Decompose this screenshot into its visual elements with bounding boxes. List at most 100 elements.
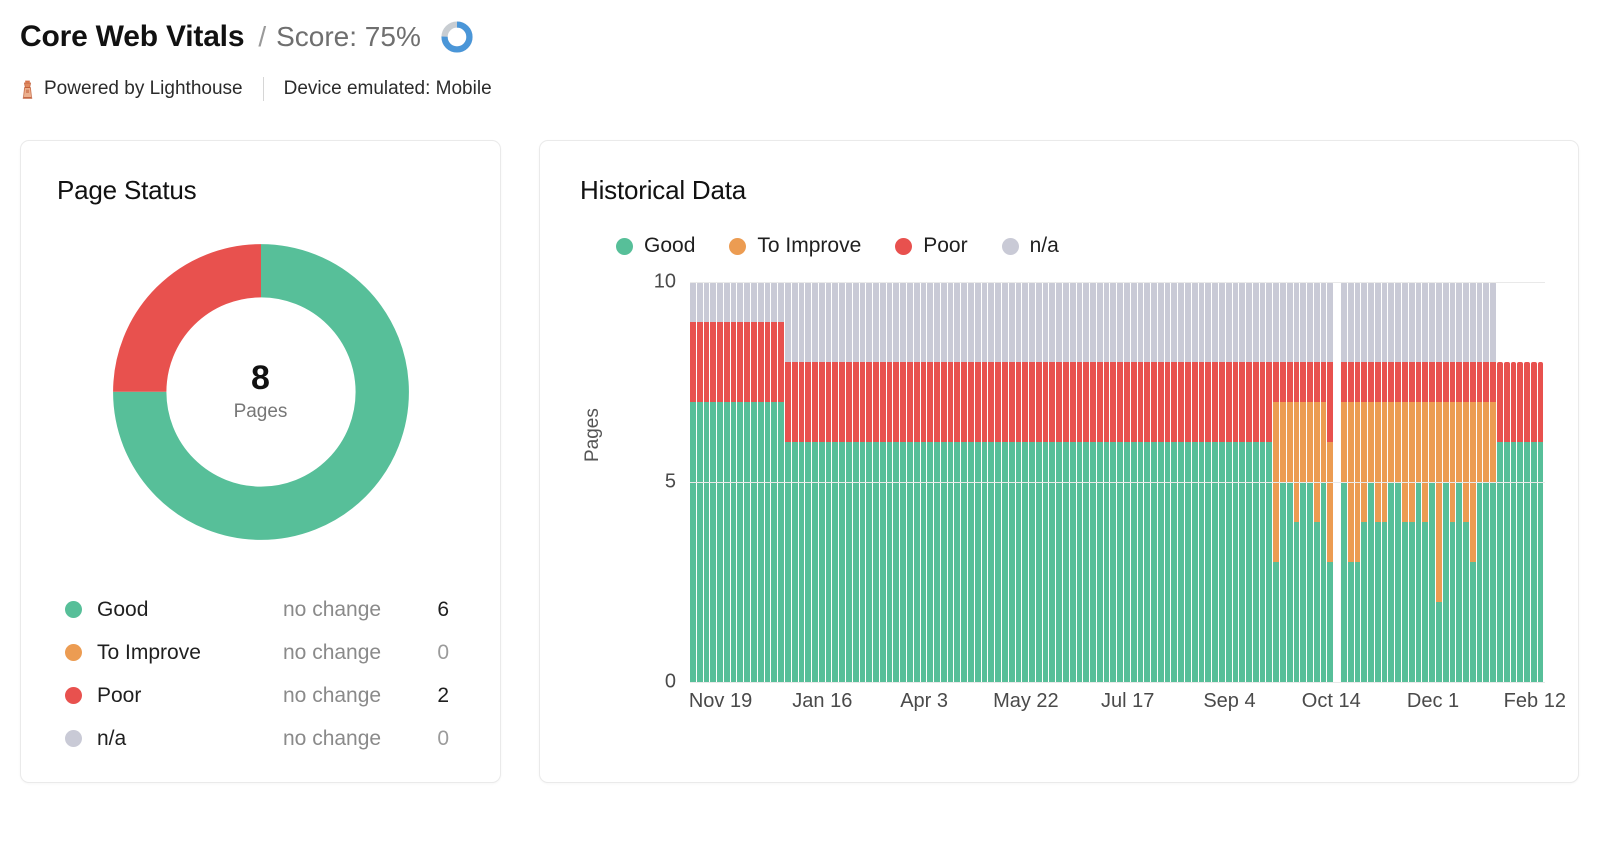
bar-segment [784, 362, 791, 442]
bar-segment [1395, 482, 1402, 682]
bar-segment [1496, 362, 1503, 442]
bar-segment [913, 282, 920, 362]
bar-segment [886, 362, 893, 442]
bar-segment [1157, 362, 1164, 442]
bar-segment [1212, 362, 1218, 442]
page-status-donut[interactable]: 8 Pages [101, 232, 421, 552]
bar-segment [859, 442, 866, 682]
bar-segment [886, 282, 893, 362]
legend-row-na[interactable]: n/a no change 0 [65, 717, 454, 760]
bar-segment [1001, 442, 1008, 682]
bar-segment [845, 362, 852, 442]
bar-segment [1435, 402, 1442, 602]
historical-chart[interactable]: Pages 0 5 10 Nov 19 Jan 16 Apr 3 May 22 Jul 17… [580, 271, 1566, 722]
bar-segment [1076, 282, 1083, 362]
bar-segment [907, 362, 913, 442]
bar-segment [1022, 442, 1029, 682]
bar-segment [1368, 482, 1374, 682]
hist-legend-label-good: Good [644, 234, 696, 257]
bar-segment [954, 282, 961, 362]
bar-segment [1137, 362, 1144, 442]
bar-segment [1442, 282, 1449, 362]
legend-row-good[interactable]: Good no change 6 [65, 588, 454, 631]
bar-segment [690, 402, 696, 682]
x-tick-label: May 22 [993, 690, 1059, 712]
hist-legend-item-na[interactable]: n/a [1001, 234, 1059, 258]
bar-segment [710, 402, 717, 682]
bar-segment [1408, 282, 1415, 362]
bar-segment [1449, 402, 1456, 522]
legend-count-to-improve: 0 [437, 640, 449, 664]
bar-segment [920, 282, 927, 362]
bar-segment [934, 362, 940, 442]
bar-segment [710, 282, 717, 322]
bar-segment [1422, 402, 1429, 522]
bar-segment [696, 402, 703, 682]
bar-segment [1422, 282, 1429, 362]
legend-row-poor[interactable]: Poor no change 2 [65, 674, 454, 717]
bar-segment [1110, 442, 1117, 682]
bar-segment [1320, 482, 1327, 682]
bar-segment [744, 322, 751, 402]
bar-segment [1178, 282, 1185, 362]
bar-segment [1320, 282, 1327, 362]
bar-segment [730, 402, 737, 682]
bar-segment [751, 282, 757, 322]
bar-segment [798, 362, 805, 442]
bar-segment [1029, 282, 1035, 362]
legend-row-to-improve[interactable]: To Improve no change 0 [65, 631, 454, 674]
bar-segment [730, 322, 737, 402]
bar-segment [1517, 362, 1524, 442]
bar-segment [1110, 362, 1117, 442]
bar-segment [825, 442, 832, 682]
bar-segment [1429, 362, 1435, 402]
bar-segment [1246, 442, 1252, 682]
hist-legend-item-poor[interactable]: Poor [895, 234, 968, 258]
legend-count-poor: 2 [437, 683, 449, 707]
donut-chart-svg [112, 244, 409, 540]
bar-segment [1435, 602, 1442, 682]
bar-segment [1259, 282, 1266, 362]
bar-segment [1151, 282, 1157, 362]
bar-segment [825, 362, 832, 442]
bar-segment [1293, 402, 1300, 522]
bar-segment [1164, 362, 1171, 442]
bar-segment [1157, 442, 1164, 682]
legend-label-good: Good [97, 597, 149, 621]
bar-segment [1374, 362, 1381, 402]
bar-segment [968, 282, 974, 362]
bar-segment [893, 282, 900, 362]
bar-segment [1103, 362, 1110, 442]
bar-segment [947, 362, 954, 442]
bar-segment [1490, 362, 1496, 402]
bar-segment [1022, 362, 1029, 442]
bar-segment [1035, 282, 1042, 362]
bar-segment [1130, 362, 1137, 442]
bar-segment [1124, 362, 1130, 442]
bar-segment [1191, 442, 1198, 682]
hist-legend-item-to-improve[interactable]: To Improve [729, 234, 861, 258]
bar-segment [1239, 442, 1246, 682]
bar-segment [1524, 442, 1530, 682]
bar-segment [879, 442, 886, 682]
cards-container: Page Status 8 Pages Good no change 6 To … [0, 102, 1600, 783]
bar-segment [1096, 282, 1103, 362]
historical-legend: Good To Improve Poor n/a [580, 234, 1578, 258]
bar-segment [730, 282, 737, 322]
bar-segment [1130, 442, 1137, 682]
hist-legend-item-good[interactable]: Good [616, 234, 695, 258]
bar-segment [1381, 402, 1388, 522]
hist-legend-label-na: n/a [1029, 234, 1059, 257]
bar-segment [1415, 362, 1422, 402]
hist-legend-dot-to-improve-icon [729, 237, 747, 255]
x-tick-label: Jan 16 [792, 690, 853, 712]
bar-segment [1537, 442, 1544, 682]
bar-segment [1191, 362, 1198, 442]
bar-segment [1463, 282, 1469, 362]
plot-area [690, 282, 1545, 683]
bar-segment [947, 282, 954, 362]
y-axis-ticks: 0 5 10 [580, 271, 676, 693]
bar-segment [1198, 282, 1205, 362]
bar-segment [812, 362, 818, 442]
legend-count-good: 6 [437, 597, 449, 621]
